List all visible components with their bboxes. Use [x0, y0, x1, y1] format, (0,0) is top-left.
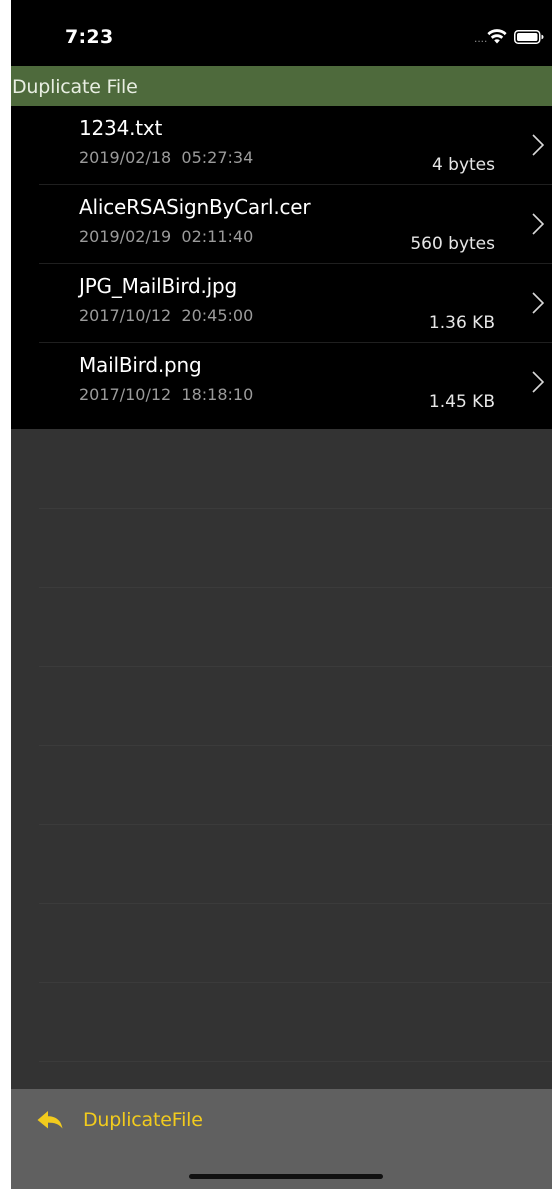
empty-list-area — [11, 429, 552, 1089]
reply-arrow-icon — [37, 1111, 63, 1129]
status-bar: 7:23 .... — [11, 0, 552, 66]
battery-icon — [514, 30, 544, 44]
file-date: 2019/02/19 02:11:40 — [79, 227, 254, 246]
row-divider — [39, 745, 552, 746]
file-name: JPG_MailBird.jpg — [79, 274, 238, 298]
file-size: 1.36 KB — [428, 313, 495, 333]
file-row[interactable]: AliceRSASignByCarl.cer 2019/02/19 02:11:… — [11, 185, 552, 264]
file-date: 2017/10/12 18:18:10 — [79, 385, 254, 404]
chevron-right-icon — [532, 371, 544, 393]
back-button-label: DuplicateFile — [83, 1109, 203, 1131]
file-row[interactable]: 1234.txt 2019/02/18 05:27:34 4 bytes — [11, 106, 552, 185]
status-time: 7:23 — [65, 26, 114, 48]
wifi-icon — [487, 29, 507, 44]
chevron-right-icon — [532, 213, 544, 235]
row-divider — [39, 1061, 552, 1062]
chevron-right-icon — [532, 134, 544, 156]
file-date: 2019/02/18 05:27:34 — [79, 148, 254, 167]
row-divider — [39, 508, 552, 509]
file-row[interactable]: JPG_MailBird.jpg 2017/10/12 20:45:00 1.3… — [11, 264, 552, 343]
row-divider — [39, 982, 552, 983]
page-title: Duplicate File — [12, 76, 138, 98]
file-name: 1234.txt — [79, 116, 163, 140]
row-divider — [39, 587, 552, 588]
file-size: 560 bytes — [410, 234, 495, 254]
home-indicator[interactable] — [189, 1174, 383, 1179]
file-size: 4 bytes — [431, 155, 495, 175]
back-button[interactable]: DuplicateFile — [37, 1105, 203, 1135]
bottom-toolbar: DuplicateFile — [11, 1089, 552, 1189]
row-divider — [39, 666, 552, 667]
file-list: 1234.txt 2019/02/18 05:27:34 4 bytes Ali… — [11, 106, 552, 429]
navigation-bar: Duplicate File — [11, 66, 552, 106]
file-date: 2017/10/12 20:45:00 — [79, 306, 254, 325]
row-divider — [39, 824, 552, 825]
app-screen: 7:23 .... Duplicate File 1234.txt 2019/0… — [11, 0, 552, 1189]
row-divider — [39, 903, 552, 904]
file-size: 1.45 KB — [428, 392, 495, 412]
file-row[interactable]: MailBird.png 2017/10/12 18:18:10 1.45 KB — [11, 343, 552, 422]
file-name: MailBird.png — [79, 353, 202, 377]
file-name: AliceRSASignByCarl.cer — [79, 195, 311, 219]
chevron-right-icon — [532, 292, 544, 314]
